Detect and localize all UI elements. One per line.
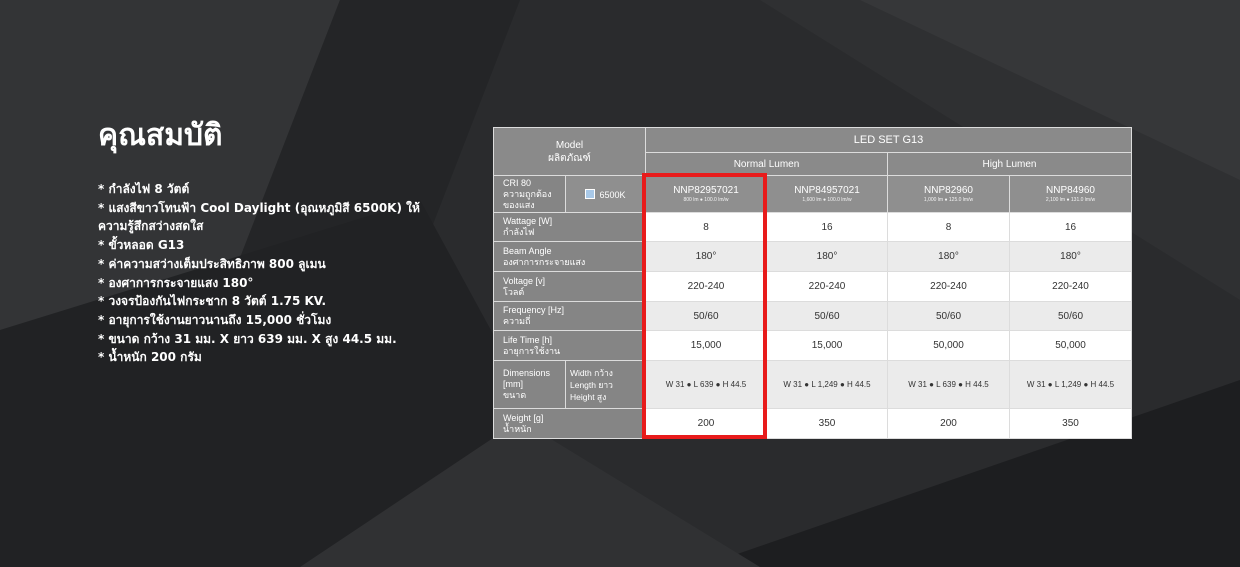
table-cell: 50/60	[1009, 301, 1132, 331]
table-row: Dimensions [mm] ขนาด Width กว้าง Length ย…	[493, 360, 1132, 409]
features-title: คุณสมบัติ	[98, 118, 223, 153]
table-row: Life Time [h] อายุการใช้งาน 15,000 15,000…	[493, 330, 1132, 361]
table-cell: 16	[766, 212, 888, 242]
dimension-width-label: Width กว้าง	[570, 367, 613, 378]
table-cell: 50,000	[887, 330, 1010, 361]
features-list: * กำลังไฟ 8 วัตต์ * แสงสีขาวโทนฟ้า Cool …	[98, 180, 448, 367]
table-cell: 50/60	[766, 301, 888, 331]
table-row: Wattage [W] กำลังไฟ 8 16 8 16	[493, 212, 1132, 242]
row-label-en: Life Time [h]	[503, 334, 553, 345]
row-label-th: อายุการใช้งาน	[503, 345, 561, 356]
table-cell: W 31 ● L 1,249 ● H 44.5	[1009, 360, 1132, 409]
feature-item: * องศาการกระจายแสง 180°	[98, 275, 254, 290]
table-cell: 350	[766, 408, 888, 439]
table-cell: 180°	[766, 241, 888, 272]
sku-sub: 2,100 lm ● 131.0 lm/w	[1045, 196, 1096, 203]
table-cell: W 31 ● L 1,249 ● H 44.5	[766, 360, 888, 409]
sku-sub: 1,000 lm ● 125.0 lm/w	[923, 196, 974, 203]
table-cell: 180°	[887, 241, 1010, 272]
dimension-sublabels: Width กว้าง Length ยาว Height สูง	[565, 360, 646, 409]
row-label: Weight [g] น้ำหนัก	[493, 408, 646, 439]
table-row: Beam Angle องศาการกระจายแสง 180° 180° 180…	[493, 241, 1132, 272]
table-cell: 8	[887, 212, 1010, 242]
row-label-th: ขนาด	[503, 390, 527, 400]
table-cell: 350	[1009, 408, 1132, 439]
spec-table: Model ผลิตภัณฑ์ LED SET G13 Normal Lumen…	[493, 127, 1132, 439]
feature-item: * ขั้วหลอด G13	[98, 238, 185, 253]
model-label-en: Model	[555, 139, 584, 151]
table-row: Voltage [v] โวลต์ 220-240 220-240 220-240…	[493, 271, 1132, 302]
color-swatch-icon	[585, 188, 596, 199]
cri-label-en: CRI 80	[503, 177, 532, 188]
row-label-th: ความถี่	[503, 316, 531, 326]
feature-item: * กำลังไฟ 8 วัตต์	[98, 182, 190, 196]
product-header: LED SET G13	[645, 127, 1132, 153]
table-row: Frequency [Hz] ความถี่ 50/60 50/60 50/60 …	[493, 301, 1132, 331]
table-cell: 50/60	[887, 301, 1010, 331]
row-label-en: Voltage [v]	[503, 275, 546, 286]
highlight-box	[642, 173, 767, 439]
model-label-th: ผลิตภัณฑ์	[548, 152, 591, 164]
row-label-th: องศาการกระจายแสง	[503, 256, 586, 267]
row-label-en: Frequency [Hz]	[503, 305, 565, 315]
row-label-en: Dimensions [mm]	[503, 368, 551, 389]
table-cell: 15,000	[766, 330, 888, 361]
row-label: Dimensions [mm] ขนาด	[493, 360, 566, 409]
row-label: Life Time [h] อายุการใช้งาน	[493, 330, 646, 361]
row-label-en: Weight [g]	[503, 412, 544, 423]
table-cell: 16	[1009, 212, 1132, 242]
table-row: Weight [g] น้ำหนัก 200 350 200 350	[493, 408, 1132, 439]
row-label: Wattage [W] กำลังไฟ	[493, 212, 646, 242]
feature-item: * ขนาด กว้าง 31 มม. X ยาว 639 มม. X สูง …	[98, 331, 397, 346]
sku-code: NNP84957021	[794, 184, 860, 196]
cri-label-th: ความถูกต้อง ของแสง	[503, 188, 552, 210]
row-label: Beam Angle องศาการกระจายแสง	[493, 241, 646, 272]
color-temp: 6500K	[599, 189, 626, 200]
sku-sub: 1,600 lm ● 100.0 lm/w	[802, 196, 852, 203]
feature-item: * อายุการใช้งานยาวนานถึง 15,000 ชั่วโมง	[98, 312, 332, 327]
row-label: Frequency [Hz] ความถี่	[493, 301, 646, 331]
group-high-lumen: High Lumen	[887, 152, 1132, 176]
row-label-en: Wattage [W]	[503, 216, 553, 226]
row-label-th: กำลังไฟ	[503, 227, 535, 237]
table-cell: 220-240	[766, 271, 888, 302]
sku-code: NNP82960	[924, 184, 973, 196]
table-cell: W 31 ● L 639 ● H 44.5	[887, 360, 1010, 409]
row-label-en: Beam Angle	[503, 245, 552, 256]
feature-item: * แสงสีขาวโทนฟ้า Cool Daylight (อุณหภูมิ…	[98, 200, 420, 234]
dimension-height-label: Height สูง	[570, 391, 607, 402]
features-panel: คุณสมบัติ * กำลังไฟ 8 วัตต์ * แสงสีขาวโท…	[98, 118, 448, 367]
table-cell: 220-240	[1009, 271, 1132, 302]
cri-label: CRI 80 ความถูกต้อง ของแสง	[493, 175, 566, 213]
color-temp-cell: 6500K	[565, 175, 646, 213]
table-cell: 220-240	[887, 271, 1010, 302]
sku-cell: NNP84960 2,100 lm ● 131.0 lm/w	[1009, 175, 1132, 213]
dimension-length-label: Length ยาว	[570, 379, 613, 390]
row-label: Voltage [v] โวลต์	[493, 271, 646, 302]
table-cell: 50,000	[1009, 330, 1132, 361]
sku-cell: NNP82960 1,000 lm ● 125.0 lm/w	[887, 175, 1010, 213]
feature-item: * ค่าความสว่างเต็มประสิทธิภาพ 800 ลูเมน	[98, 256, 326, 271]
model-header: Model ผลิตภัณฑ์	[493, 127, 646, 176]
row-label-th: โวลต์	[503, 286, 525, 297]
row-label-th: น้ำหนัก	[503, 423, 532, 434]
table-cell: 200	[887, 408, 1010, 439]
sku-code: NNP84960	[1046, 184, 1095, 196]
spec-table-image: Model ผลิตภัณฑ์ LED SET G13 Normal Lumen…	[493, 127, 1132, 439]
feature-item: * วงจรป้องกันไฟกระชาก 8 วัตต์ 1.75 KV.	[98, 294, 327, 309]
table-cell: 180°	[1009, 241, 1132, 272]
feature-item: * น้ำหนัก 200 กรัม	[98, 350, 202, 365]
sku-cell: NNP84957021 1,600 lm ● 100.0 lm/w	[766, 175, 888, 213]
